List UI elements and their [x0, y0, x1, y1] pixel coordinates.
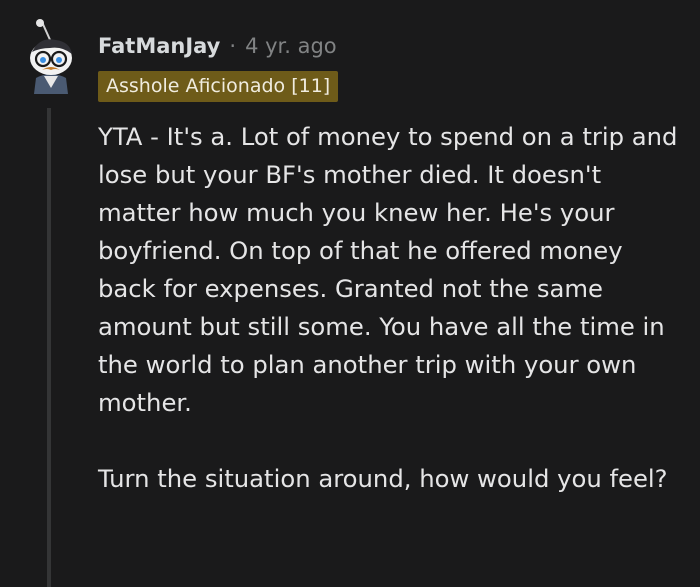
user-flair: Asshole Aficionado [11] — [98, 71, 339, 102]
username-link[interactable]: FatManJay — [98, 34, 220, 58]
comment-timestamp[interactable]: 4 yr. ago — [245, 34, 337, 58]
meta-separator: · — [229, 34, 237, 58]
snoo-avatar-icon — [30, 19, 72, 94]
comment-paragraph: Turn the situation around, how would you… — [98, 464, 668, 493]
comment-header: FatManJay · 4 yr. ago — [98, 31, 337, 61]
comment-body: YTA - It's a. Lot of money to spend on a… — [98, 118, 678, 498]
user-avatar[interactable] — [22, 18, 80, 94]
comment-paragraph: YTA - It's a. Lot of money to spend on a… — [98, 122, 678, 417]
thread-line[interactable] — [47, 108, 51, 587]
